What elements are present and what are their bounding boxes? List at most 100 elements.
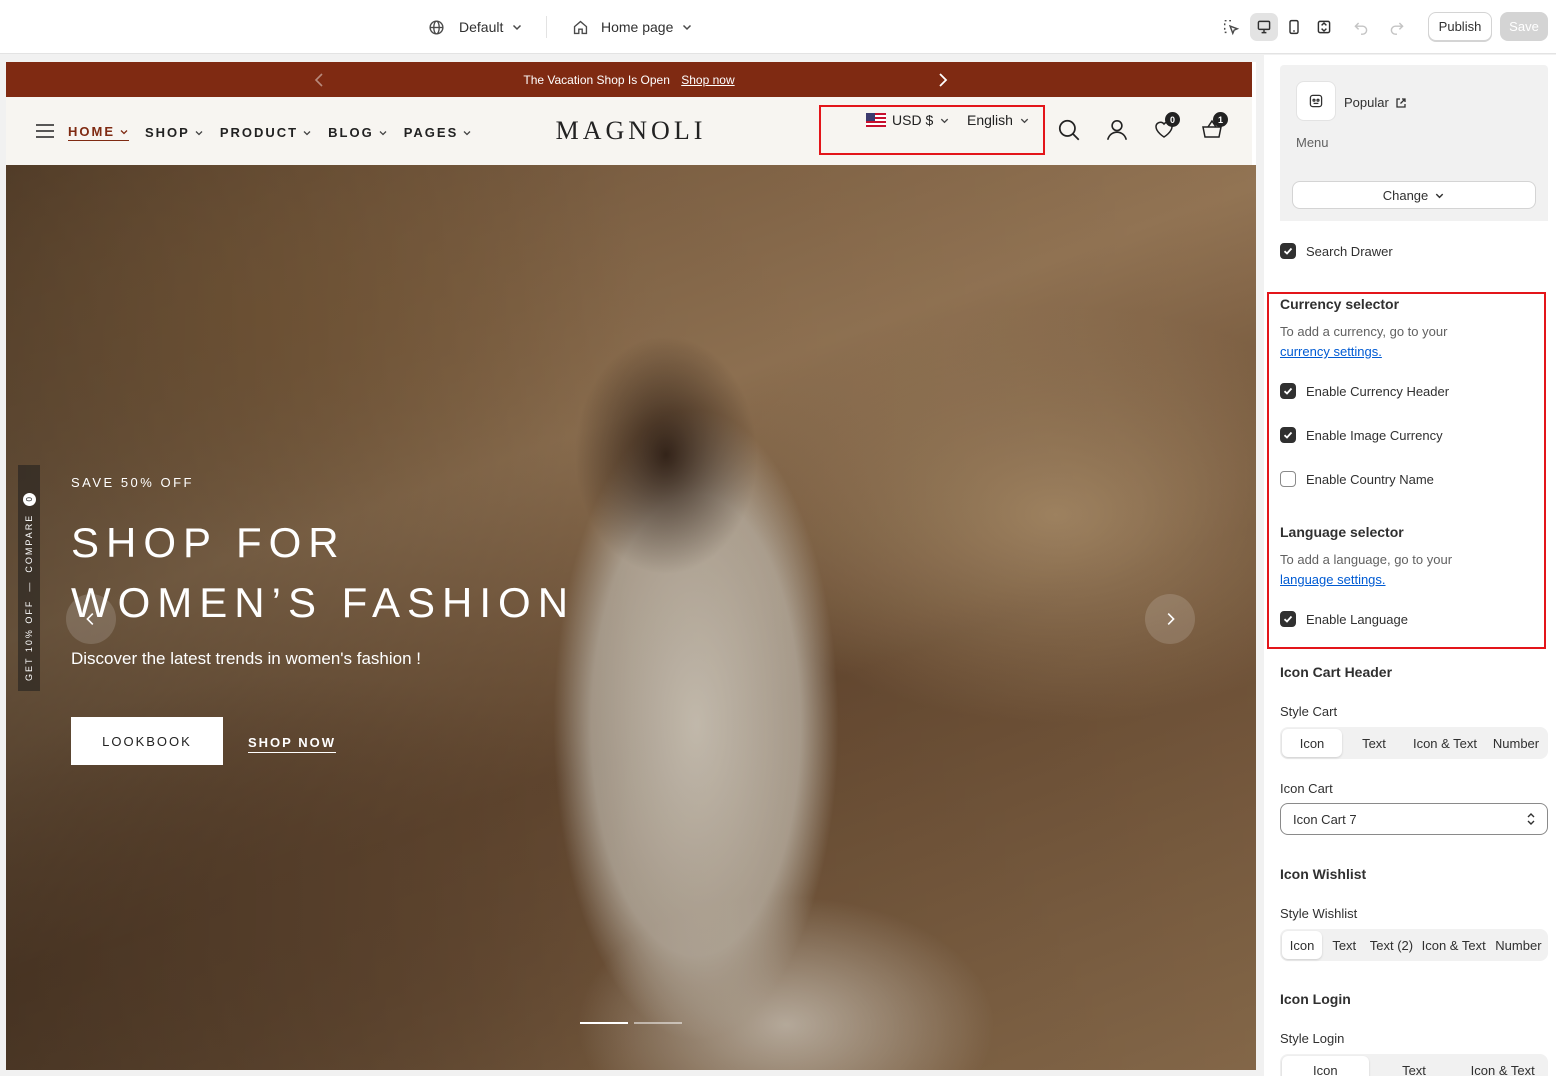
language-selector[interactable]: English xyxy=(967,112,1030,128)
menu-icon xyxy=(1309,94,1323,108)
page-selector[interactable]: Home page xyxy=(572,14,693,40)
checkbox-label: Enable Country Name xyxy=(1306,471,1434,487)
lookbook-button[interactable]: LOOKBOOK xyxy=(71,717,223,765)
redo-icon[interactable] xyxy=(1384,14,1410,40)
search-drawer-checkbox[interactable]: Search Drawer xyxy=(1280,243,1393,259)
slide-next-button[interactable] xyxy=(1145,594,1195,644)
segment-option[interactable]: Icon & Text xyxy=(1419,931,1489,959)
editor-topbar: Default Home page Publish Save xyxy=(0,0,1556,54)
help-text: To add a language, go to your xyxy=(1280,552,1453,567)
search-icon[interactable] xyxy=(1056,117,1082,143)
segment-option[interactable]: Text xyxy=(1371,1056,1458,1076)
slide-dot[interactable] xyxy=(634,1022,682,1024)
chevron-down-icon xyxy=(683,24,692,31)
hero-title-line: WOMEN’S FASHION xyxy=(71,579,576,626)
style-wishlist-segmented: Icon Text Text (2) Icon & Text Number xyxy=(1280,929,1548,961)
announcement-bar: The Vacation Shop Is Open Shop now xyxy=(6,62,1252,97)
theme-preview: The Vacation Shop Is Open Shop now HOME … xyxy=(6,62,1256,1070)
wishlist-button[interactable]: 0 xyxy=(1152,112,1180,143)
chevron-down-icon xyxy=(513,24,522,31)
currency-settings-link[interactable]: currency settings. xyxy=(1280,342,1447,362)
change-menu-button[interactable]: Change xyxy=(1292,181,1536,209)
inspector-icon[interactable] xyxy=(1218,14,1244,40)
segment-option[interactable]: Icon & Text xyxy=(1459,1056,1546,1076)
select-arrows-icon xyxy=(1527,813,1535,825)
icon-cart-select[interactable]: Icon Cart 7 xyxy=(1280,803,1548,835)
announcement-link[interactable]: Shop now xyxy=(681,73,734,87)
hero-subtitle: SAVE 50% OFF xyxy=(71,475,194,490)
external-link-icon xyxy=(1396,97,1406,108)
shop-now-link[interactable]: SHOP NOW xyxy=(248,735,336,753)
segment-option[interactable]: Text xyxy=(1344,729,1404,757)
fullscreen-view-button[interactable] xyxy=(1310,13,1338,41)
checkbox[interactable] xyxy=(1280,471,1296,487)
segment-option[interactable]: Number xyxy=(1486,729,1546,757)
cart-button[interactable]: 1 xyxy=(1200,112,1228,143)
menu-change-area: Change xyxy=(1280,169,1548,221)
desktop-icon xyxy=(1257,20,1271,34)
style-cart-segmented: Icon Text Icon & Text Number xyxy=(1280,727,1548,759)
mobile-icon xyxy=(1289,19,1299,35)
compare-tab-label[interactable]: COMPARE xyxy=(24,514,34,573)
publish-button[interactable]: Publish xyxy=(1428,12,1492,41)
chevron-right-icon[interactable] xyxy=(932,70,952,90)
icon-cart-label: Icon Cart xyxy=(1280,781,1333,796)
home-icon xyxy=(573,20,588,34)
style-wishlist-label: Style Wishlist xyxy=(1280,906,1358,921)
segment-option[interactable]: Icon & Text xyxy=(1406,729,1484,757)
select-value: Icon Cart 7 xyxy=(1293,811,1357,827)
cart-count-badge: 1 xyxy=(1213,112,1228,127)
segment-option[interactable]: Icon xyxy=(1282,931,1323,959)
chevron-down-icon xyxy=(1020,118,1029,123)
language-help-text: To add a language, go to your language s… xyxy=(1280,550,1452,590)
checkbox[interactable] xyxy=(1280,427,1296,443)
desktop-view-button[interactable] xyxy=(1250,13,1278,41)
checkmark-icon xyxy=(1283,615,1293,623)
style-login-label: Style Login xyxy=(1280,1031,1345,1046)
segment-option[interactable]: Text xyxy=(1324,931,1364,959)
segment-option[interactable]: Number xyxy=(1491,931,1546,959)
chevron-left-icon xyxy=(86,613,94,625)
slide-dot[interactable] xyxy=(580,1022,628,1024)
announcement-text: The Vacation Shop Is Open Shop now xyxy=(6,73,1252,87)
language-settings-link[interactable]: language settings. xyxy=(1280,570,1452,590)
checkbox-label: Search Drawer xyxy=(1306,243,1393,259)
enable-country-name-checkbox[interactable]: Enable Country Name xyxy=(1280,471,1434,487)
menu-name-label: Popular xyxy=(1344,95,1389,110)
icon-login-title: Icon Login xyxy=(1280,991,1351,1007)
theme-label: Default xyxy=(459,19,504,35)
currency-help-text: To add a currency, go to your currency s… xyxy=(1280,322,1447,362)
save-button[interactable]: Save xyxy=(1500,12,1548,41)
currency-selector[interactable]: USD $ xyxy=(866,112,950,128)
undo-icon[interactable] xyxy=(1348,14,1374,40)
checkbox[interactable] xyxy=(1280,243,1296,259)
slide-prev-button[interactable] xyxy=(66,594,116,644)
icon-cart-header-title: Icon Cart Header xyxy=(1280,664,1393,680)
discount-tab-label[interactable]: GET 10% OFF xyxy=(24,600,34,681)
theme-selector[interactable]: Default xyxy=(428,14,523,40)
checkbox[interactable] xyxy=(1280,611,1296,627)
help-text: To add a currency, go to your xyxy=(1280,324,1448,339)
page-label: Home page xyxy=(601,19,674,35)
icon-wishlist-title: Icon Wishlist xyxy=(1280,866,1367,882)
checkmark-icon xyxy=(1283,247,1293,255)
checkbox[interactable] xyxy=(1280,383,1296,399)
menu-name[interactable]: Popular xyxy=(1344,95,1407,110)
segment-option[interactable]: Icon xyxy=(1282,1056,1369,1076)
language-label: English xyxy=(967,112,1013,128)
wishlist-count-badge: 0 xyxy=(1165,112,1180,127)
globe-icon xyxy=(429,19,444,35)
settings-panel: Popular Menu Change Search Drawer Curren… xyxy=(1264,55,1556,1076)
enable-language-checkbox[interactable]: Enable Language xyxy=(1280,611,1408,627)
account-icon[interactable] xyxy=(1104,117,1130,143)
announcement-message: The Vacation Shop Is Open xyxy=(523,73,670,87)
side-tab-content: GET 10% OFF — COMPARE 0 xyxy=(18,465,40,691)
enable-currency-header-checkbox[interactable]: Enable Currency Header xyxy=(1280,383,1449,399)
us-flag-icon xyxy=(866,113,886,127)
segment-option[interactable]: Text (2) xyxy=(1366,931,1416,959)
currency-label: USD $ xyxy=(892,112,934,128)
segment-option[interactable]: Icon xyxy=(1282,729,1342,757)
side-floating-tab[interactable]: GET 10% OFF — COMPARE 0 xyxy=(18,465,40,691)
mobile-view-button[interactable] xyxy=(1280,13,1308,41)
enable-image-currency-checkbox[interactable]: Enable Image Currency xyxy=(1280,427,1443,443)
